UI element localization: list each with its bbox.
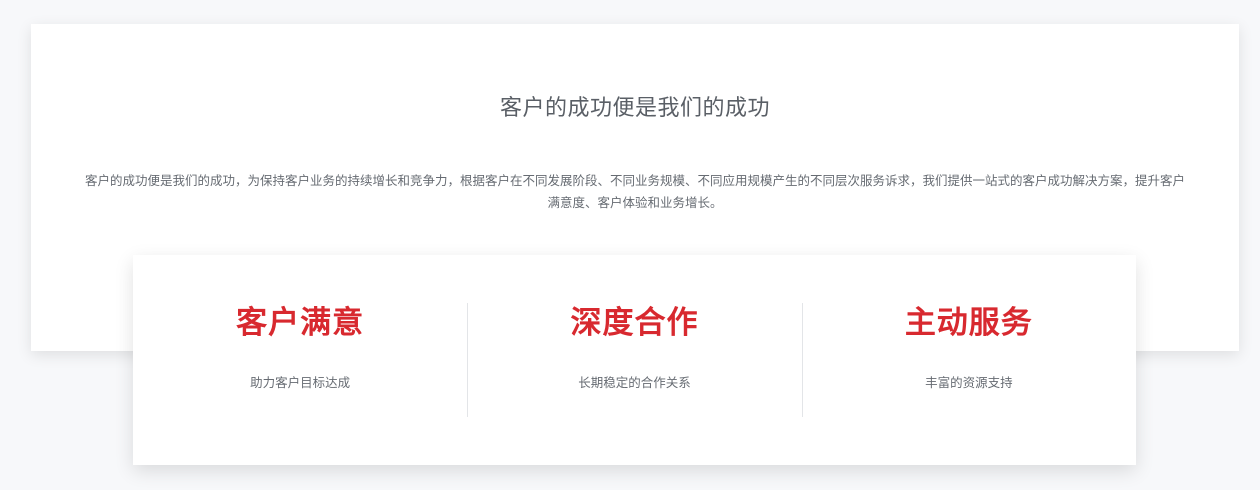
section-description: 客户的成功便是我们的成功，为保持客户业务的持续增长和竞争力，根据客户在不同发展阶… xyxy=(84,173,1185,210)
feature-subtitle: 长期稳定的合作关系 xyxy=(578,375,691,390)
features-card: 客户满意 助力客户目标达成 深度合作 长期稳定的合作关系 主动服务 丰富的资源支… xyxy=(133,255,1136,465)
feature-title: 深度合作 xyxy=(570,305,699,341)
section-title: 客户的成功便是我们的成功 xyxy=(499,96,770,121)
feature-customer-satisfaction: 客户满意 助力客户目标达成 xyxy=(133,255,467,465)
feature-subtitle: 丰富的资源支持 xyxy=(925,375,1013,390)
feature-title: 客户满意 xyxy=(236,305,365,341)
feature-title: 主动服务 xyxy=(904,305,1033,341)
feature-deep-cooperation: 深度合作 长期稳定的合作关系 xyxy=(467,255,801,465)
feature-subtitle: 助力客户目标达成 xyxy=(250,375,351,390)
feature-proactive-service: 主动服务 丰富的资源支持 xyxy=(801,255,1136,465)
